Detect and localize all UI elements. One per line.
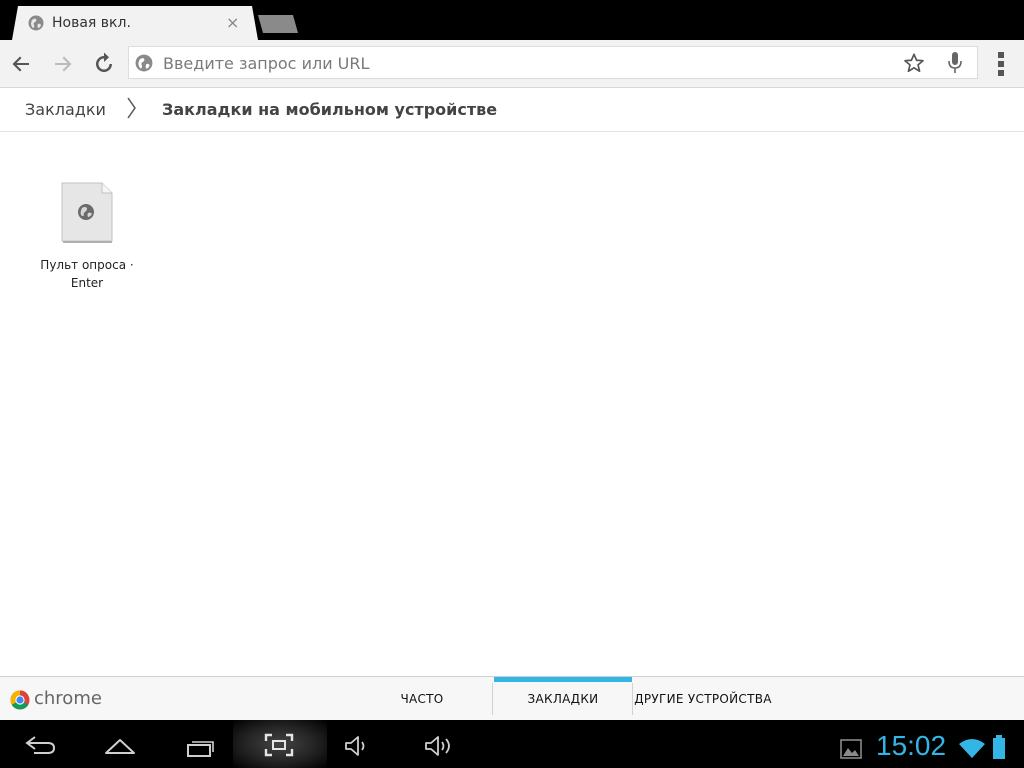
divider (492, 683, 493, 715)
volume-up-icon[interactable] (424, 735, 456, 757)
omnibox[interactable] (128, 46, 978, 80)
reload-icon[interactable] (92, 52, 116, 76)
tab-most-visited[interactable]: ЧАСТО ПОСЕЩАЕМЫЕ (352, 677, 492, 750)
system-bar: 15:02 (0, 720, 1024, 768)
toolbar (0, 40, 1024, 88)
tab-title: Новая вкл. (52, 15, 131, 31)
breadcrumb-current: Закладки на мобильном устройстве (162, 100, 498, 119)
home-icon[interactable] (104, 737, 136, 755)
globe-icon (135, 54, 153, 72)
overflow-menu-icon[interactable] (995, 50, 1007, 78)
globe-icon (28, 15, 44, 31)
tab-new-tab[interactable]: Новая вкл. × (12, 6, 258, 40)
microphone-icon[interactable] (946, 51, 964, 75)
bookmark-page-icon (61, 182, 113, 243)
volume-down-icon[interactable] (344, 735, 370, 757)
close-icon[interactable]: × (226, 13, 239, 32)
tab-other-devices[interactable]: ДРУГИЕ УСТРОЙСТВА (633, 677, 773, 721)
gallery-notification-icon[interactable] (840, 739, 862, 759)
breadcrumb: Закладки Закладки на мобильном устройств… (0, 88, 1024, 132)
back-arrow-icon[interactable] (9, 52, 33, 76)
tab-strip: Новая вкл. × (0, 0, 1024, 40)
star-icon[interactable] (903, 52, 925, 74)
chrome-wordmark: chrome (34, 688, 102, 709)
chevron-right-icon (127, 97, 136, 119)
battery-icon (993, 735, 1005, 759)
forward-arrow-icon[interactable] (51, 52, 75, 76)
chrome-logo-icon (10, 690, 30, 710)
wifi-icon (959, 739, 985, 758)
url-input[interactable] (161, 47, 885, 80)
bookmark-label: Пульт опроса · Enter (40, 258, 134, 290)
tab-bookmarks[interactable]: ЗАКЛАДКИ (494, 677, 632, 721)
breadcrumb-root[interactable]: Закладки (25, 100, 106, 119)
ntp-bottom-bar: chrome ЧАСТО ПОСЕЩАЕМЫЕ ЗАКЛАДКИ ДРУГИЕ … (0, 676, 1024, 750)
screenshot-icon[interactable] (264, 733, 294, 757)
bookmark-item[interactable]: Пульт опроса · Enter (36, 182, 138, 292)
recent-apps-icon[interactable] (186, 736, 216, 758)
clock: 15:02 (876, 730, 947, 761)
back-icon[interactable] (24, 734, 56, 756)
new-tab-button[interactable] (258, 15, 298, 33)
